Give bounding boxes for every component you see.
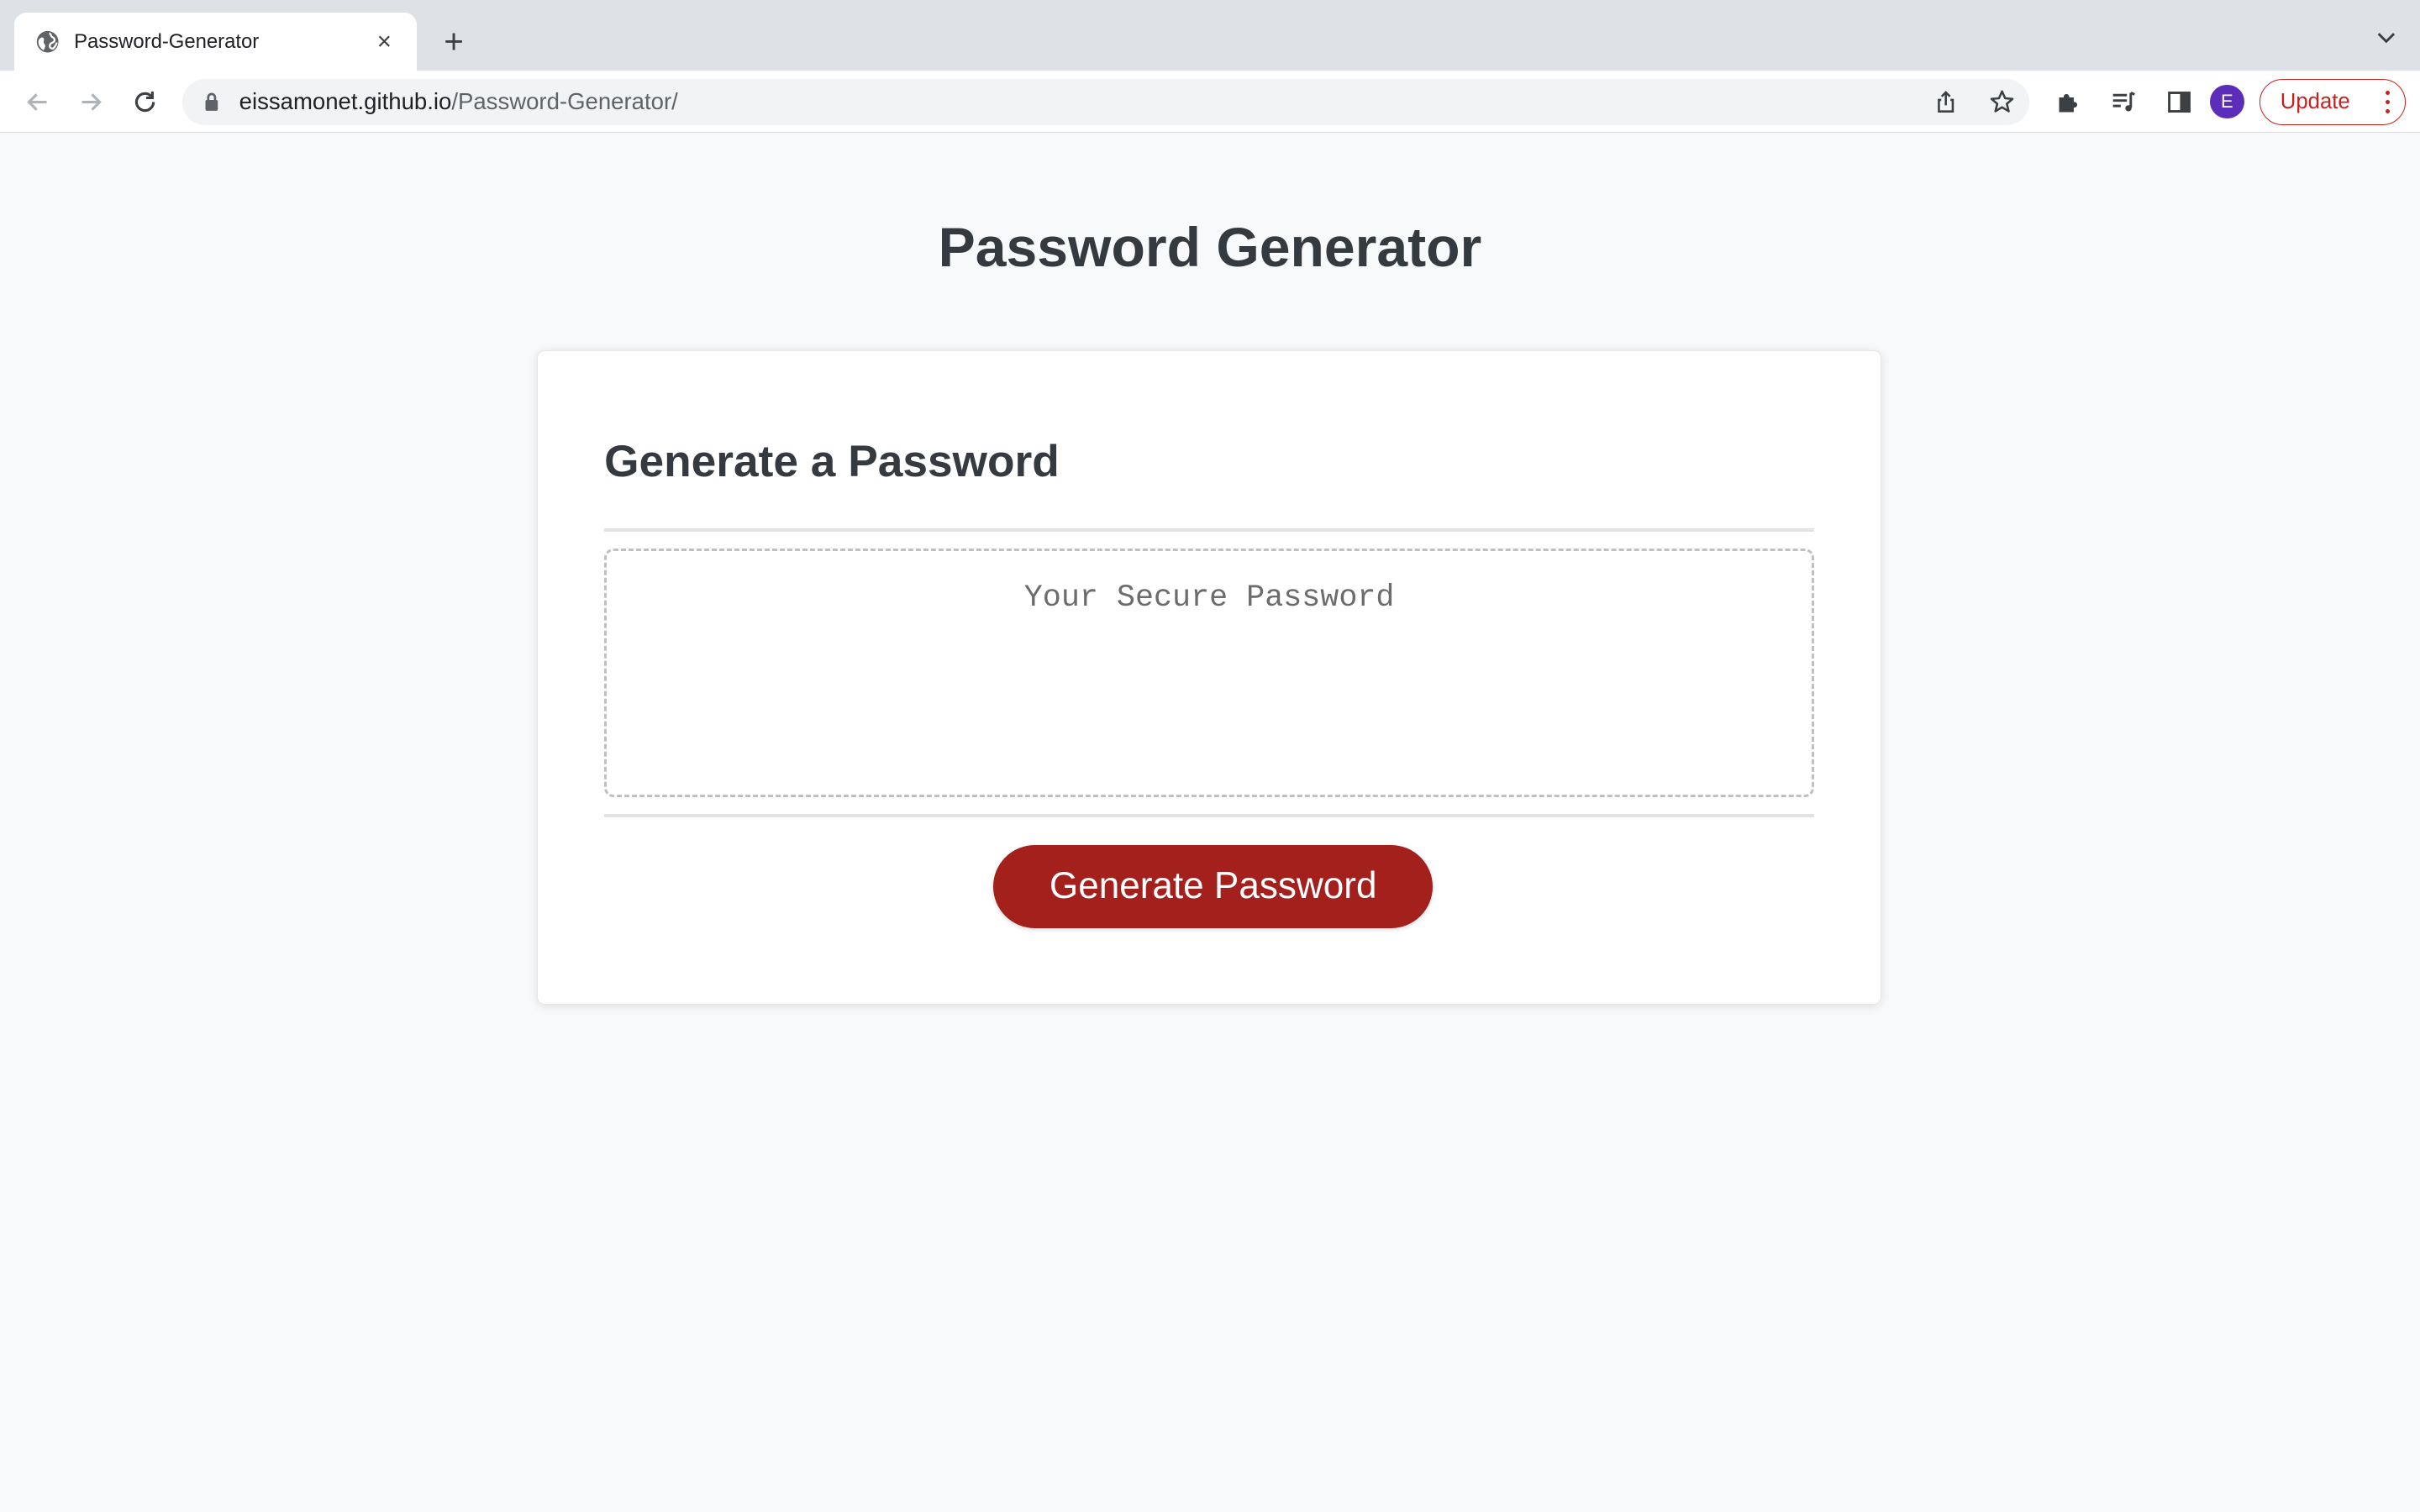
- forward-button[interactable]: [70, 81, 113, 123]
- tab-strip: Password-Generator × +: [0, 0, 2420, 71]
- media-queue-icon[interactable]: [2102, 81, 2145, 123]
- extensions-puzzle-icon[interactable]: [2046, 81, 2089, 123]
- url-path: /Password-Generator/: [451, 88, 678, 115]
- card-header-divider: [604, 528, 1815, 532]
- update-button[interactable]: Update: [2259, 78, 2407, 125]
- lock-icon[interactable]: [201, 91, 223, 113]
- profile-avatar[interactable]: E: [2210, 85, 2244, 119]
- side-panel-icon[interactable]: [2158, 81, 2201, 123]
- url-text: eissamonet.github.io/Password-Generator/: [239, 88, 678, 115]
- bookmark-star-icon[interactable]: [1983, 83, 2020, 120]
- reload-button[interactable]: [124, 81, 166, 123]
- card-footer-divider: [604, 813, 1815, 817]
- back-button[interactable]: [15, 81, 58, 123]
- page-title: Password Generator: [938, 217, 1482, 280]
- browser-window: Password-Generator × + eissamonet.github…: [0, 0, 2420, 1512]
- address-bar-actions: [1928, 83, 2020, 120]
- page-content: Password Generator Generate a Password G…: [0, 132, 2420, 1512]
- password-textarea[interactable]: [604, 549, 1815, 797]
- reload-icon: [134, 91, 155, 112]
- tab-search-chevron-icon[interactable]: [2374, 24, 2398, 49]
- new-tab-button[interactable]: +: [434, 22, 474, 62]
- browser-toolbar: eissamonet.github.io/Password-Generator/: [0, 71, 2420, 133]
- tab-password-generator[interactable]: Password-Generator ×: [13, 12, 417, 71]
- url-host: eissamonet.github.io: [239, 88, 452, 115]
- extension-toolbar: [2046, 81, 2201, 123]
- generator-card: Generate a Password Generate Password: [537, 349, 1881, 1005]
- address-bar[interactable]: eissamonet.github.io/Password-Generator/: [182, 78, 2030, 125]
- back-arrow-icon: [26, 92, 47, 111]
- card-header: Generate a Password: [604, 436, 1060, 486]
- tab-close-icon[interactable]: ×: [371, 28, 398, 55]
- update-label: Update: [2280, 89, 2350, 113]
- generate-password-button[interactable]: Generate Password: [992, 844, 1434, 928]
- share-icon[interactable]: [1928, 83, 1965, 120]
- more-vertical-icon: [2385, 90, 2391, 113]
- tab-title: Password-Generator: [74, 29, 260, 53]
- forward-arrow-icon: [82, 92, 102, 111]
- globe-icon: [35, 29, 60, 54]
